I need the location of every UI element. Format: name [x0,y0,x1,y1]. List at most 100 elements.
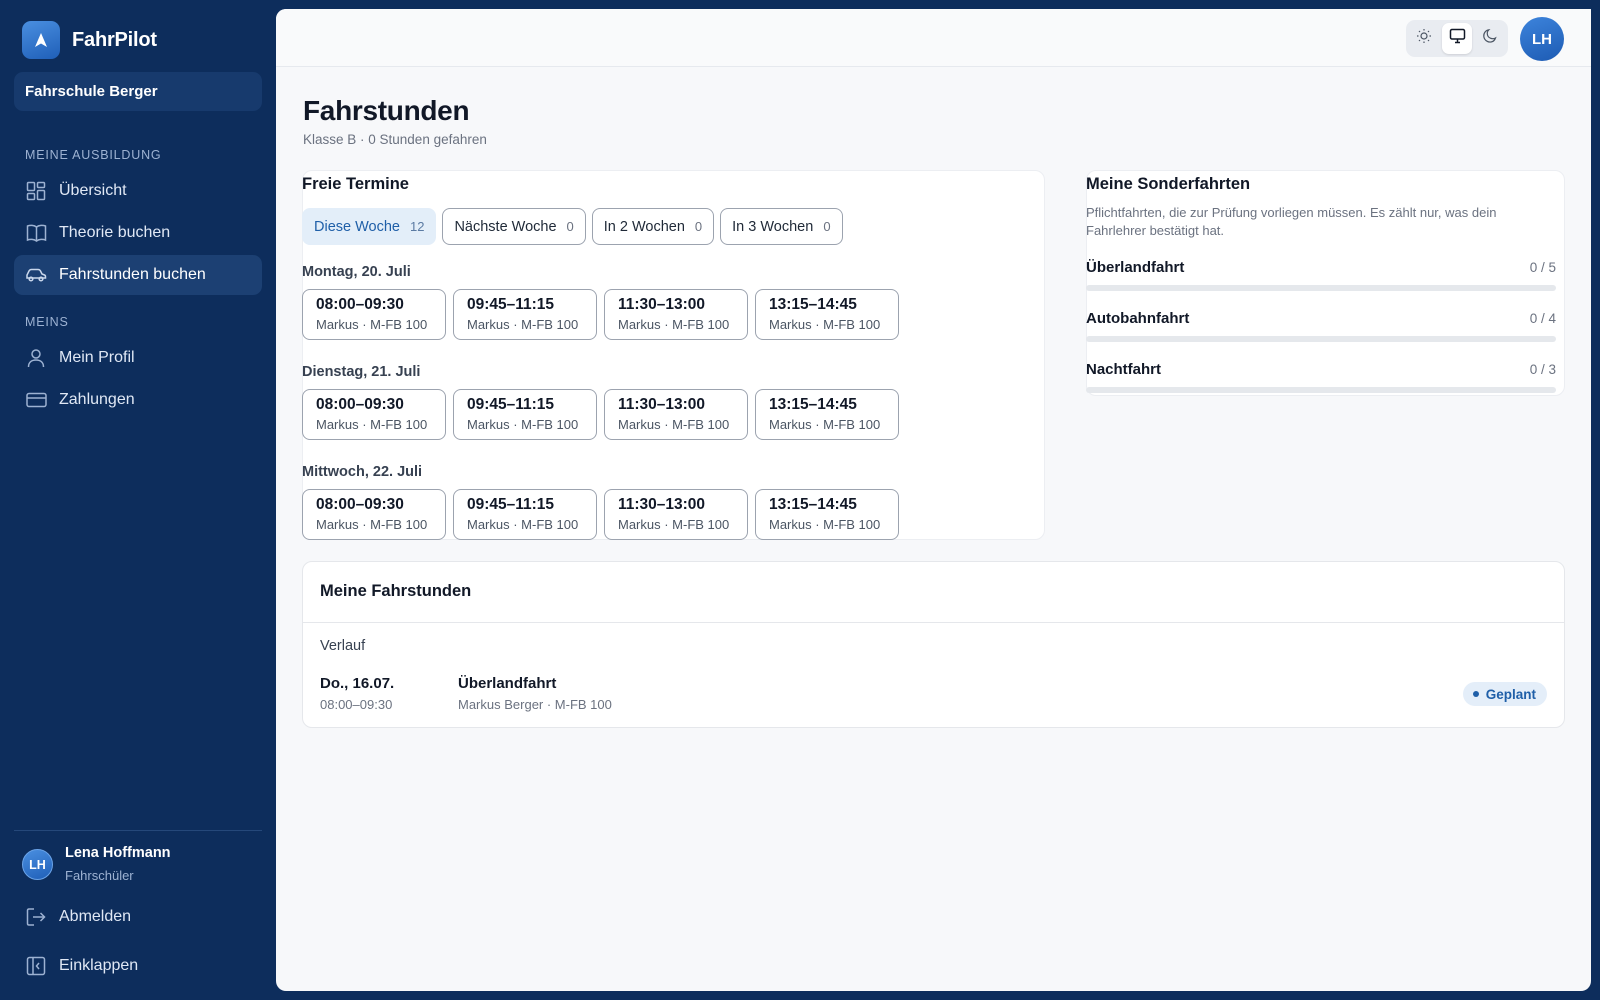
slot-time: 08:00–09:30 [316,396,404,413]
tab-in-3-wochen[interactable]: In 3 Wochen 0 [720,208,843,245]
tab-count: 0 [694,219,703,234]
tab-in-2-wochen[interactable]: In 2 Wochen 0 [591,208,715,245]
special-drive-count: 0 / 5 [1529,260,1556,275]
status-dot [1472,691,1479,697]
logout-label: Abmelden [59,908,132,925]
lesson-entry[interactable]: Do., 16.07. 08:00–09:30 Überlandfahrt Ma… [303,672,1564,720]
sidebar-item-label: Mein Profil [59,349,135,366]
slot-time: 11:30–13:00 [618,496,706,513]
time-slot[interactable]: 08:00–09:30 Markus · M-FB 100 [302,289,446,340]
history-label: Verlauf [320,638,366,654]
time-slot[interactable]: 09:45–11:15 Markus · M-FB 100 [453,289,597,340]
section-label-ausbildung: MEINE AUSBILDUNG [25,148,162,162]
slot-time: 08:00–09:30 [316,296,404,313]
monitor-icon [1449,28,1466,49]
sidebar: FahrPilot Fahrschule Berger MEINE AUSBIL… [0,0,276,1000]
time-slot[interactable]: 09:45–11:15 Markus · M-FB 100 [453,389,597,440]
lesson-type: Überlandfahrt [458,675,557,692]
time-slot[interactable]: 08:00–09:30 Markus · M-FB 100 [302,389,446,440]
sun-icon [1416,28,1432,49]
special-drives-title: Meine Sonderfahrten [1086,175,1251,193]
user-info[interactable]: LH Lena Hoffmann Fahrschüler [22,845,171,883]
my-lessons-header: Meine Fahrstunden [303,562,1564,623]
tab-diese-woche[interactable]: Diese Woche 12 [302,208,437,245]
slot-row: 08:00–09:30 Markus · M-FB 100 09:45–11:15… [302,289,899,340]
user-icon [25,347,47,369]
slot-row: 08:00–09:30 Markus · M-FB 100 09:45–11:15… [302,489,899,540]
day-label: Montag, 20. Juli [302,264,411,280]
section-label-meins: MEINS [25,315,69,329]
slot-meta: Markus · M-FB 100 [618,417,730,432]
week-tabs: Diese Woche 12 Nächste Woche 0 In 2 Woch… [302,208,843,245]
school-selector[interactable]: Fahrschule Berger [14,72,262,111]
special-drive-count: 0 / 4 [1529,311,1556,326]
free-slots-card: Freie Termine Diese Woche 12 Nächste Woc… [302,170,1045,540]
time-slot[interactable]: 13:15–14:45 Markus · M-FB 100 [755,289,899,340]
day-label: Dienstag, 21. Juli [302,364,421,380]
moon-icon [1482,28,1498,49]
special-drives-card: Meine Sonderfahrten Pflichtfahrten, die … [1086,170,1565,396]
avatar[interactable]: LH [1520,17,1564,61]
my-lessons-title: Meine Fahrstunden [320,582,472,600]
tab-label: Diese Woche [314,218,400,235]
theme-light-button[interactable] [1409,23,1440,54]
main-content: LH Fahrstunden Klasse B · 0 Stunden gefa… [276,9,1591,991]
sidebar-item-label: Theorie buchen [59,224,171,241]
special-drive-name: Nachtfahrt [1086,361,1162,378]
topbar: LH [276,9,1591,67]
user-name: Lena Hoffmann [65,845,171,861]
status-badge: Geplant [1462,682,1547,706]
tab-count: 0 [823,219,831,234]
logout-button[interactable]: Abmelden [14,897,262,937]
time-slot[interactable]: 11:30–13:00 Markus · M-FB 100 [604,289,748,340]
time-slot[interactable]: 09:45–11:15 Markus · M-FB 100 [453,489,597,540]
progress-bar [1086,285,1556,291]
slot-meta: Markus · M-FB 100 [769,517,881,532]
book-icon [25,222,47,244]
slot-row: 08:00–09:30 Markus · M-FB 100 09:45–11:15… [302,389,899,440]
slot-meta: Markus · M-FB 100 [467,317,579,332]
slot-time: 09:45–11:15 [467,496,555,513]
time-slot[interactable]: 11:30–13:00 Markus · M-FB 100 [604,389,748,440]
collapse-label: Einklappen [59,957,139,974]
credit-card-icon [25,389,47,411]
sidebar-item-profil[interactable]: Mein Profil [14,338,262,378]
status-label: Geplant [1485,686,1536,702]
slot-time: 13:15–14:45 [769,296,857,313]
sidebar-item-zahlungen[interactable]: Zahlungen [14,380,262,420]
theme-dark-button[interactable] [1474,23,1505,54]
collapse-button[interactable]: Einklappen [14,946,262,986]
lesson-time: 08:00–09:30 [320,697,393,712]
slot-meta: Markus · M-FB 100 [316,317,428,332]
special-drive-row: Autobahnfahrt 0 / 4 [1086,310,1556,342]
slot-meta: Markus · M-FB 100 [618,517,730,532]
car-icon [25,264,47,286]
dashboard-icon [25,180,47,202]
slot-meta: Markus · M-FB 100 [316,417,428,432]
brand[interactable]: FahrPilot [22,21,157,59]
tab-naechste-woche[interactable]: Nächste Woche 0 [442,208,586,245]
slot-meta: Markus · M-FB 100 [618,317,730,332]
special-drive-row: Überlandfahrt 0 / 5 [1086,259,1556,291]
slot-meta: Markus · M-FB 100 [467,517,579,532]
time-slot[interactable]: 13:15–14:45 Markus · M-FB 100 [755,389,899,440]
sidebar-divider [14,830,262,831]
sidebar-item-label: Übersicht [59,182,127,199]
time-slot[interactable]: 11:30–13:00 Markus · M-FB 100 [604,489,748,540]
lesson-date: Do., 16.07. [320,675,395,692]
slot-meta: Markus · M-FB 100 [769,317,881,332]
page-subtitle: Klasse B · 0 Stunden gefahren [303,132,487,147]
sidebar-item-theorie[interactable]: Theorie buchen [14,213,262,253]
slot-time: 13:15–14:45 [769,496,857,513]
time-slot[interactable]: 13:15–14:45 Markus · M-FB 100 [755,489,899,540]
tab-count: 0 [566,219,574,234]
free-slots-title: Freie Termine [302,175,409,193]
tab-label: In 3 Wochen [732,218,814,235]
slot-time: 09:45–11:15 [467,396,555,413]
theme-system-button[interactable] [1441,23,1473,54]
time-slot[interactable]: 08:00–09:30 Markus · M-FB 100 [302,489,446,540]
sidebar-item-fahrstunden[interactable]: Fahrstunden buchen [14,255,262,295]
sidebar-item-uebersicht[interactable]: Übersicht [14,171,262,211]
sidebar-item-label: Fahrstunden buchen [59,266,206,283]
sidebar-item-label: Zahlungen [59,391,135,408]
